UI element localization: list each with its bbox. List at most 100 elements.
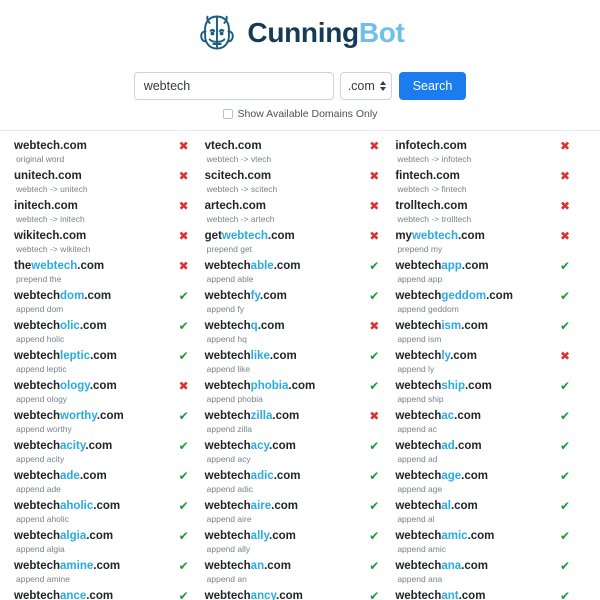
domain-highlight: al [441, 499, 451, 512]
result-item[interactable]: webtechally.com append ally ✔ [205, 529, 396, 560]
domain-highlight: webtech [411, 229, 458, 242]
result-item[interactable]: webtechleptic.com append leptic ✔ [14, 349, 205, 380]
robot-head-icon [195, 11, 239, 55]
domain-prefix: webtech [14, 589, 61, 600]
result-item[interactable]: webtech.com original word ✖ [14, 139, 205, 170]
result-item[interactable]: mywebtech.com prepend my ✖ [395, 229, 586, 260]
domain-note: append an [206, 573, 247, 584]
result-item[interactable]: thewebtech.com prepend the ✖ [14, 259, 205, 290]
domain-name: fintech.com [395, 170, 466, 183]
status-available-icon: ✔ [559, 528, 570, 543]
domain-note: append ology [16, 393, 68, 404]
result-item[interactable]: trolltech.com webtech -> trolltech ✖ [395, 199, 586, 230]
domain-prefix: webtech [204, 439, 251, 452]
status-taken-icon: ✖ [369, 138, 380, 153]
result-item[interactable]: artech.com webtech -> artech ✖ [205, 199, 396, 230]
domain-tld: .com [269, 529, 296, 542]
result-item[interactable]: webtechalgia.com append algia ✔ [14, 529, 205, 560]
status-available-icon: ✔ [369, 378, 380, 393]
result-item[interactable]: webtechapp.com append app ✔ [395, 259, 586, 290]
domain-note: append ad [397, 453, 438, 464]
result-info: webtechship.com append ship [395, 380, 492, 405]
result-item[interactable]: webtechship.com append ship ✔ [395, 379, 586, 410]
result-item[interactable]: webtechaholic.com append aholic ✔ [14, 499, 205, 530]
tld-select-value: .com [347, 78, 375, 93]
domain-note: append ac [397, 423, 438, 434]
result-item[interactable]: fintech.com webtech -> fintech ✖ [395, 169, 586, 200]
result-item[interactable]: webtechancy.comappend ancy ✔ [205, 589, 396, 600]
result-item[interactable]: webtechology.com append ology ✖ [14, 379, 205, 410]
domain-note: append algia [16, 543, 65, 554]
domain-tld: .com [273, 259, 301, 272]
result-item[interactable]: unitech.com webtech -> unitech ✖ [14, 169, 205, 200]
search-input[interactable] [133, 72, 334, 100]
result-item[interactable]: webtechphobia.com append phobia ✔ [205, 378, 396, 410]
result-item[interactable]: webtechana.com append ana ✔ [395, 559, 586, 590]
brand: CunningBot [195, 8, 405, 58]
available-only-label[interactable]: Show Available Domains Only [238, 109, 378, 120]
result-item[interactable]: webtechad.com append ad ✔ [395, 438, 586, 470]
result-item[interactable]: webtechaire.com append aire ✔ [205, 499, 396, 530]
result-item[interactable]: getwebtech.com prepend get ✖ [205, 229, 396, 260]
result-item[interactable]: webtechamic.com append amic ✔ [395, 528, 586, 560]
result-item[interactable]: scitech.com webtech -> scitech ✖ [205, 169, 396, 200]
domain-tld: .com [276, 589, 303, 600]
domain-name: webtechacity.com [14, 440, 112, 453]
result-item[interactable]: webtechance.comappend ance ✔ [14, 589, 205, 600]
domain-name: webtechally.com [205, 530, 296, 543]
status-available-icon: ✔ [178, 408, 189, 423]
domain-name: infotech.com [395, 140, 471, 153]
domain-prefix: webtech [14, 409, 61, 422]
result-item[interactable]: webtechage.com append age ✔ [395, 469, 586, 500]
header-divider [0, 129, 600, 131]
result-item[interactable]: webtechly.com append ly ✖ [395, 349, 586, 380]
result-item[interactable]: webtechfy.com append fy ✔ [205, 289, 396, 320]
status-taken-icon: ✖ [178, 198, 189, 213]
result-item[interactable]: webtechq.com append hq ✖ [205, 319, 396, 350]
domain-name: webtechage.com [395, 470, 488, 483]
domain-highlight: amic [441, 529, 468, 542]
result-item[interactable]: webtechlike.com append like ✔ [205, 349, 396, 380]
result-item[interactable]: webtechacy.com append acy ✔ [204, 439, 396, 470]
tld-select[interactable]: .com [339, 72, 392, 100]
search-button[interactable]: Search [398, 72, 467, 100]
result-item[interactable]: webtechac.com append ac ✔ [395, 408, 586, 440]
domain-highlight: olic [60, 319, 80, 332]
result-item[interactable]: webtechgeddom.com append geddom ✔ [395, 289, 586, 320]
result-item[interactable]: webtechant.comappend ant ✔ [395, 589, 586, 600]
domain-highlight: worthy [60, 409, 97, 422]
result-item[interactable]: vtech.com webtech -> vtech ✖ [205, 138, 396, 170]
result-info: getwebtech.com prepend get [205, 230, 295, 255]
domain-prefix: webtech [204, 259, 251, 272]
domain-suffix: wikitech [14, 229, 60, 242]
domain-note: append able [206, 273, 254, 284]
result-item[interactable]: webtechade.com append ade ✔ [14, 469, 205, 500]
status-available-icon: ✔ [178, 318, 189, 333]
result-info: webtechage.com append age [395, 470, 488, 495]
status-available-icon: ✔ [559, 438, 570, 453]
domain-tld: .com [260, 289, 287, 302]
domain-note: append geddom [397, 303, 459, 314]
domain-name: webtechade.com [14, 470, 107, 483]
result-item[interactable]: webtecholic.com append holic ✔ [14, 318, 205, 350]
result-item[interactable]: webtechadic.com append adic ✔ [205, 469, 396, 500]
domain-tld: .com [86, 529, 114, 542]
result-item[interactable]: webtechacity.com append acity ✔ [14, 439, 205, 470]
result-item[interactable]: webtechzilla.com append zilla ✖ [205, 409, 396, 440]
domain-tld: .com [454, 439, 482, 452]
result-item[interactable]: webtechamine.com append amine ✔ [14, 559, 205, 590]
domain-tld: .com [288, 379, 316, 392]
result-item[interactable]: webtechism.com append ism ✔ [395, 319, 586, 350]
result-item[interactable]: webtechworthy.com append worthy ✔ [14, 408, 205, 440]
domain-highlight: amine [60, 559, 94, 572]
status-available-icon: ✔ [559, 408, 570, 423]
result-item[interactable]: infotech.com webtech -> infotech ✖ [395, 139, 586, 170]
result-item[interactable]: initech.com webtech -> initech ✖ [14, 198, 205, 230]
spinner-arrows-icon[interactable] [379, 81, 386, 91]
result-item[interactable]: webtechdom.com append dom ✔ [14, 289, 205, 320]
result-item[interactable]: wikitech.com webtech -> wikitech ✖ [14, 229, 205, 260]
result-item[interactable]: webtechable.com append able ✔ [204, 259, 396, 290]
available-only-checkbox[interactable] [222, 109, 233, 120]
result-item[interactable]: webtechan.com append an ✔ [205, 559, 396, 590]
result-item[interactable]: webtechal.com append al ✔ [395, 499, 586, 530]
